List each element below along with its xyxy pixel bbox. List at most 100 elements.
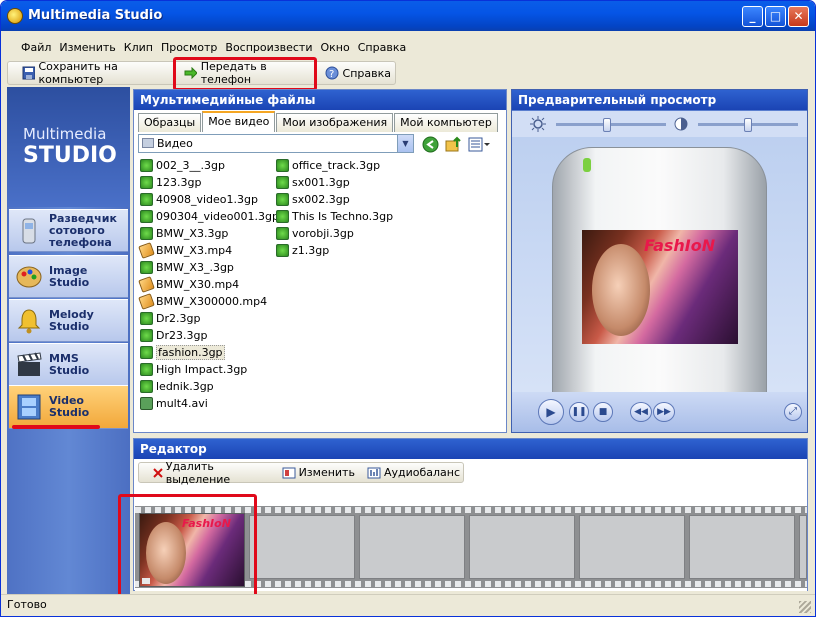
stop-button[interactable]: ■ <box>593 402 613 422</box>
tab-my-images[interactable]: Мои изображения <box>276 113 394 132</box>
menu-window[interactable]: Окно <box>321 41 350 59</box>
media-files-panel: Мультимедийные файлы Образцы Мое видео М… <box>133 89 507 433</box>
close-button[interactable]: ✕ <box>788 6 809 27</box>
sidebar-item-melody-studio[interactable]: Melody Studio <box>9 299 128 342</box>
play-button[interactable]: ▶ <box>538 399 564 425</box>
list-item[interactable]: 40908_video1.3gp <box>140 191 258 207</box>
save-to-computer-button[interactable]: Сохранить на компьютер <box>18 60 174 86</box>
empty-frame[interactable] <box>249 515 355 579</box>
tab-samples[interactable]: Образцы <box>138 113 202 132</box>
maximize-button[interactable]: □ <box>765 6 786 27</box>
sidebar-item-label: Video Studio <box>49 394 90 419</box>
empty-frame[interactable] <box>689 515 795 579</box>
list-item[interactable]: 090304_video001.3gp <box>140 208 279 224</box>
list-item[interactable]: Dr2.3gp <box>140 310 200 326</box>
file-name: mult4.avi <box>156 396 208 410</box>
video-file-icon <box>140 362 153 376</box>
video-studio-underline <box>12 425 100 429</box>
panel-title: Предварительный просмотр <box>512 90 807 110</box>
phone-icon <box>22 218 36 243</box>
list-item[interactable]: BMW_X30.mp4 <box>138 275 239 293</box>
video-file-icon <box>276 158 289 172</box>
list-item[interactable]: BMW_X3.3gp <box>140 225 228 241</box>
sidebar-item-label: Разведчик сотового телефона <box>49 211 117 249</box>
file-name: BMW_X300000.mp4 <box>156 294 268 308</box>
file-name: High Impact.3gp <box>156 362 248 376</box>
list-item[interactable]: vorobji.3gp <box>276 225 354 241</box>
list-item[interactable]: z1.3gp <box>276 242 329 258</box>
file-name: This Is Techno.3gp <box>292 209 394 223</box>
list-item[interactable]: sx002.3gp <box>276 191 350 207</box>
menu-help[interactable]: Справка <box>358 41 406 59</box>
tab-my-video[interactable]: Мое видео <box>202 111 276 132</box>
list-item[interactable]: High Impact.3gp <box>140 361 247 377</box>
video-file-icon <box>276 209 289 223</box>
contrast-handle[interactable] <box>744 118 752 132</box>
sidebar-item-phone-explorer[interactable]: Разведчик сотового телефона <box>9 209 128 252</box>
clapperboard-icon <box>17 351 42 376</box>
audio-balance-button[interactable]: Аудиобаланс <box>364 466 463 479</box>
chevron-down-icon[interactable]: ▼ <box>397 135 413 152</box>
brightness-handle[interactable] <box>603 118 611 132</box>
list-item[interactable]: lednik.3gp <box>140 378 214 394</box>
empty-frame[interactable] <box>469 515 575 579</box>
list-item[interactable]: BMW_X300000.mp4 <box>138 292 268 310</box>
sidebar-item-mms-studio[interactable]: MMS Studio <box>9 343 128 386</box>
video-file-icon <box>140 328 153 342</box>
mp4-file-icon <box>138 275 155 293</box>
sidebar-item-video-studio[interactable]: Video Studio <box>9 385 128 429</box>
minimize-button[interactable]: _ <box>742 6 763 27</box>
list-item[interactable]: This Is Techno.3gp <box>276 208 393 224</box>
folder-up-icon[interactable] <box>445 136 462 153</box>
folder-select[interactable]: Видео ▼ <box>138 134 414 153</box>
delete-selection-button[interactable]: Удалить выделение <box>149 460 273 486</box>
fullscreen-button[interactable]: ⤢ <box>784 403 802 421</box>
palette-icon <box>16 266 42 287</box>
window-title: Multimedia Studio <box>28 8 163 23</box>
list-item[interactable]: sx001.3gp <box>276 174 350 190</box>
fast-forward-button[interactable]: ▶▶ <box>653 402 675 422</box>
video-file-icon <box>140 175 153 189</box>
empty-frame[interactable] <box>359 515 465 579</box>
resize-grip[interactable] <box>799 601 811 613</box>
rewind-button[interactable]: ◀◀ <box>630 402 652 422</box>
menu-edit[interactable]: Изменить <box>59 41 115 59</box>
video-file-icon <box>140 311 153 325</box>
pause-button[interactable]: ❚❚ <box>569 402 589 422</box>
title-bar: Multimedia Studio _ □ ✕ <box>1 1 815 31</box>
empty-frame[interactable] <box>799 515 807 579</box>
tab-my-computer[interactable]: Мой компьютер <box>394 113 498 132</box>
file-name: 123.3gp <box>156 175 202 189</box>
file-name: BMW_X3_.3gp <box>156 260 234 274</box>
save-label: Сохранить на компьютер <box>38 60 118 86</box>
view-menu-icon[interactable] <box>468 136 490 153</box>
avi-file-icon <box>140 396 153 410</box>
help-icon: ? <box>325 66 339 80</box>
brightness-icon <box>530 116 546 132</box>
edit-label: Изменить <box>298 466 355 479</box>
list-item[interactable]: mult4.avi <box>140 395 208 411</box>
status-text: Готово <box>7 598 47 611</box>
list-item[interactable]: fashion.3gp <box>140 344 225 360</box>
back-icon[interactable] <box>422 136 439 153</box>
preview-frame: FashIoN <box>582 230 738 344</box>
list-item[interactable]: BMW_X3.mp4 <box>138 241 232 259</box>
menu-file[interactable]: Файл <box>21 41 51 59</box>
empty-frame[interactable] <box>579 515 685 579</box>
sidebar-item-image-studio[interactable]: Image Studio <box>9 255 128 298</box>
file-name: Dr23.3gp <box>156 328 208 342</box>
edit-button[interactable]: Изменить <box>279 466 358 479</box>
list-item[interactable]: office_track.3gp <box>276 157 380 173</box>
video-file-icon <box>140 158 153 172</box>
send-highlight <box>173 57 317 91</box>
list-item[interactable]: 123.3gp <box>140 174 201 190</box>
folder-icon <box>142 138 154 148</box>
menu-clip[interactable]: Клип <box>124 41 153 59</box>
folder-name: Видео <box>157 137 193 150</box>
file-name: office_track.3gp <box>292 158 381 172</box>
list-item[interactable]: BMW_X3_.3gp <box>140 259 234 275</box>
help-button[interactable]: ? Справка <box>321 62 395 84</box>
brightness-slider[interactable] <box>556 123 666 126</box>
list-item[interactable]: Dr23.3gp <box>140 327 207 343</box>
list-item[interactable]: 002_3__.3gp <box>140 157 225 173</box>
